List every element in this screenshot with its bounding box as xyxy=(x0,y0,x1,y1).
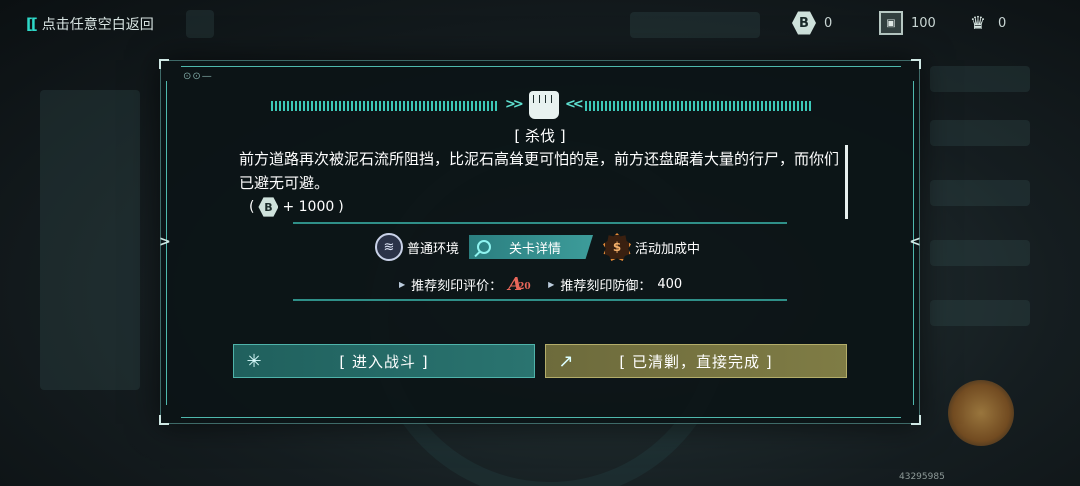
chevron-left-icon: << xyxy=(565,97,584,112)
chevron-left-icon: < xyxy=(909,234,921,250)
trophy-icon: ♛ xyxy=(969,12,987,34)
fist-icon xyxy=(529,91,559,119)
rating-label: 推荐刻印评价： xyxy=(411,279,503,294)
background-panel xyxy=(40,90,140,390)
resource-trophy: ♛ 0 xyxy=(966,11,1006,35)
chevron-right-icon: >> xyxy=(505,97,524,112)
environment-label: 普通环境 xyxy=(407,241,460,257)
background-panel xyxy=(930,66,1030,92)
resource-value: 100 xyxy=(911,15,936,31)
divider xyxy=(293,222,787,224)
defense-value: 400 xyxy=(657,277,683,292)
resource-value: 0 xyxy=(998,15,1007,31)
corner-mark xyxy=(911,59,921,69)
divider xyxy=(293,299,787,301)
enter-battle-button[interactable]: ✳ [ 进入战斗 ] xyxy=(233,344,535,378)
mission-tags: ≋ 普通环境 关卡详情 $ 活动加成中 xyxy=(375,233,700,261)
reward: ( B + 1000 ) xyxy=(249,197,344,217)
stage-detail-button[interactable]: 关卡详情 xyxy=(469,235,594,259)
frame-line xyxy=(181,66,901,67)
back-hint[interactable]: [[ 点击任意空白返回 xyxy=(26,14,154,34)
share-arrow-icon: ↗ xyxy=(558,350,574,372)
hex-currency-icon: B xyxy=(258,197,279,217)
resource-value: 0 xyxy=(824,15,833,31)
decor-stripe xyxy=(585,101,811,111)
recommendation: ▶ 推荐刻印评价： A 20 ▶ 推荐刻印防御： 400 xyxy=(399,274,682,295)
background-panel xyxy=(930,120,1030,146)
environment-tag: ≋ 普通环境 xyxy=(375,233,459,261)
double-bracket-icon: [[ xyxy=(26,15,38,33)
decor-dots: ⊙⊙— xyxy=(183,71,213,82)
triangle-right-icon: ▶ xyxy=(399,280,406,289)
event-bonus-label: 活动加成中 xyxy=(635,241,701,257)
corner-mark xyxy=(911,415,921,425)
chevron-right-icon: > xyxy=(159,234,171,250)
scrollbar[interactable] xyxy=(845,145,848,219)
stage-detail-label: 关卡详情 xyxy=(509,241,562,257)
triangle-right-icon: ▶ xyxy=(548,280,555,289)
resource-chip: ▣ 100 xyxy=(879,11,936,35)
defense-label: 推荐刻印防御： xyxy=(560,279,652,294)
corner-mark xyxy=(159,59,169,69)
enter-battle-label: [ 进入战斗 ] xyxy=(339,352,429,371)
background-panel xyxy=(930,300,1030,326)
reward-open-paren: ( xyxy=(249,199,255,215)
background-panel xyxy=(930,180,1030,206)
frame-line xyxy=(181,417,901,418)
rating-badge: A 20 xyxy=(508,274,534,295)
mission-description: 前方道路再次被泥石流所阻挡，比泥石高耸更可怕的是，前方还盘踞着大量的行尸，而你们… xyxy=(239,150,840,192)
corner-mark xyxy=(159,415,169,425)
reward-close-paren: ) xyxy=(338,199,344,215)
event-bonus-icon: $ xyxy=(603,233,632,261)
search-icon xyxy=(477,240,492,254)
event-bonus-tag: $ 活动加成中 xyxy=(603,233,700,261)
back-hint-label: 点击任意空白返回 xyxy=(41,17,154,33)
wind-icon: ≋ xyxy=(375,233,403,261)
background-panel xyxy=(630,12,760,38)
background-panel xyxy=(930,240,1030,266)
background-orb xyxy=(948,380,1014,446)
instant-complete-button[interactable]: ↗ [ 已清剿，直接完成 ] xyxy=(545,344,847,378)
crossed-swords-icon: ✳ xyxy=(246,350,262,372)
chip-icon: ▣ xyxy=(879,11,903,35)
hex-currency-icon: B xyxy=(792,11,816,35)
background-panel xyxy=(186,10,214,38)
decor-stripe xyxy=(271,101,497,111)
reward-amount: + 1000 xyxy=(282,199,335,215)
footer-code: 43295985 xyxy=(899,472,945,482)
mission-title: [ 杀伐 ] xyxy=(514,127,566,145)
mission-dialog: ⊙⊙— > < >> << [ 杀伐 ] 前方道路再次被泥石流所阻挡，比泥石高耸… xyxy=(159,59,921,425)
resource-currency: B 0 xyxy=(792,11,832,35)
instant-complete-label: [ 已清剿，直接完成 ] xyxy=(619,352,773,371)
rating-number: 20 xyxy=(518,282,531,292)
